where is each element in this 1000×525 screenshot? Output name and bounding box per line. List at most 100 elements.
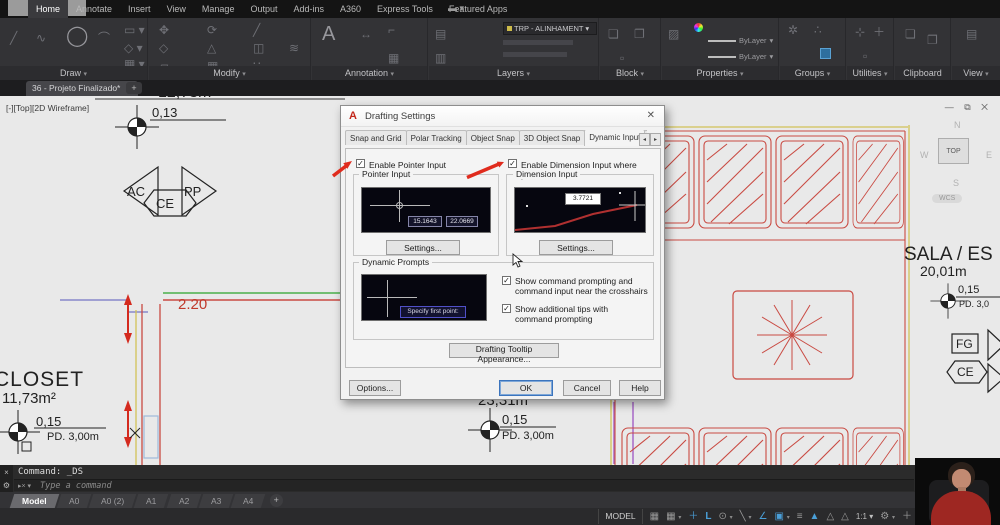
panel-label-properties[interactable]: Properties ▾ xyxy=(662,66,778,80)
recent-commands-icon[interactable]: ▸× ▾ xyxy=(18,482,31,490)
layout-tab-a4[interactable]: A4 xyxy=(231,494,267,508)
autoscale-icon[interactable]: △ xyxy=(826,511,834,522)
ribbon-tab-manage[interactable]: Manage xyxy=(194,0,243,18)
dialog-title: Drafting Settings xyxy=(365,111,436,122)
ortho-mode-icon[interactable]: L xyxy=(705,511,711,522)
dynamic-input-icon[interactable]: ＋ xyxy=(688,511,698,522)
panel-label-block[interactable]: Block ▾ xyxy=(600,66,660,80)
viewcube-east[interactable]: E xyxy=(986,150,992,160)
annotation-scale-value[interactable]: 1:1 ▾ xyxy=(856,512,873,521)
dialog-title-bar[interactable]: A Drafting Settings ✕ xyxy=(341,106,664,127)
tab-polar-tracking[interactable]: Polar Tracking xyxy=(405,130,467,145)
enable-pointer-checkbox[interactable]: ✓ xyxy=(356,159,365,168)
viewcube-north[interactable]: N xyxy=(954,120,961,130)
panel-annotation: A ↔ ⌐ ▦ Annotation ▾ xyxy=(312,18,428,80)
level-label-top: 0,13 xyxy=(152,105,178,120)
drawing-file-tab[interactable]: 36 - Projeto Finalizado*✕ xyxy=(26,81,139,96)
cancel-button[interactable]: Cancel xyxy=(563,380,611,396)
layout-tab-a0-2[interactable]: A0 (2) xyxy=(88,494,137,508)
ribbon-tab-view[interactable]: View xyxy=(159,0,194,18)
polar-tracking-icon[interactable]: ⊙ ▾ xyxy=(718,511,732,522)
object-snap-icon[interactable]: ▣ ▾ xyxy=(774,511,789,522)
viewport-controls-label[interactable]: [-][Top][2D Wireframe] xyxy=(6,103,89,113)
layout-tab-a2[interactable]: A2 xyxy=(166,494,202,508)
ok-button[interactable]: OK xyxy=(499,380,553,396)
ribbon-options-icon[interactable]: ▬ ▾ xyxy=(448,3,464,14)
ribbon-tab-addins[interactable]: Add-ins xyxy=(285,0,332,18)
show-command-checkbox[interactable]: ✓ xyxy=(502,276,511,285)
autocad-window: Home Annotate Insert View Manage Output … xyxy=(0,0,1000,525)
closet-area-label: 11,73m² xyxy=(2,390,56,407)
workspace-gear-icon[interactable]: ⚙ ▾ xyxy=(880,511,895,522)
pointer-settings-button[interactable]: Settings... xyxy=(386,240,460,255)
tab-dynamic-input[interactable]: Dynamic Input xyxy=(584,130,646,146)
group-edit-icon[interactable] xyxy=(820,48,831,59)
pointer-x-value: 15.1643 xyxy=(408,216,442,227)
ribbon-tab-annotate[interactable]: Annotate xyxy=(68,0,120,18)
viewcube-west[interactable]: W xyxy=(920,150,929,160)
new-drawing-tab-button[interactable]: + xyxy=(126,82,142,94)
close-command-icon[interactable]: × xyxy=(0,468,13,477)
dimension-settings-button[interactable]: Settings... xyxy=(539,240,613,255)
customization-icon[interactable]: ＋ xyxy=(902,511,912,522)
panel-label-clipboard[interactable]: Clipboard xyxy=(895,66,950,80)
viewcube-south[interactable]: S xyxy=(953,178,959,188)
show-tips-checkbox[interactable]: ✓ xyxy=(502,304,511,313)
sala-level-label: 0,15 xyxy=(958,284,980,296)
ribbon-tab-output[interactable]: Output xyxy=(242,0,285,18)
webcam-person-face xyxy=(952,469,971,489)
panel-label-utilities[interactable]: Utilities ▾ xyxy=(847,66,893,80)
dialog-close-icon[interactable]: ✕ xyxy=(647,110,655,121)
center-ceiling-label: PD. 3,00m xyxy=(502,430,554,442)
dimension-value: 3.7721 xyxy=(565,193,601,205)
new-layout-button[interactable]: + xyxy=(269,494,283,507)
tooltip-appearance-button[interactable]: Drafting Tooltip Appearance... xyxy=(449,343,559,364)
annotation-scale-person-icon[interactable]: △ xyxy=(841,511,849,522)
panel-draw: ╱ ∿ ◯ ⌒ ▭ ▾ ◇ ▾ ▦ ▾ Draw ▾ xyxy=(0,18,148,80)
layout-tab-a3[interactable]: A3 xyxy=(198,494,234,508)
object-snap-tracking-icon[interactable]: ∠ xyxy=(758,511,767,522)
snap-mode-icon[interactable]: ▦ ▾ xyxy=(666,511,681,522)
layer-selector-dropdown[interactable]: TRP - ALINHAMENT ▾ xyxy=(503,22,597,35)
command-input[interactable]: ▸× ▾ Type a command xyxy=(14,479,914,491)
tab-3d-object-snap[interactable]: 3D Object Snap xyxy=(518,130,586,145)
sala-area-label: 20,01m xyxy=(920,263,967,279)
file-tab-bar: 36 - Projeto Finalizado*✕ + xyxy=(0,80,1000,96)
annotation-visibility-icon[interactable]: ▲ xyxy=(810,511,820,522)
layout-tab-a0[interactable]: A0 xyxy=(56,494,92,508)
viewcube-wcs-menu[interactable]: WCS xyxy=(932,194,963,203)
options-button[interactable]: Options... xyxy=(349,380,401,396)
help-button[interactable]: Help xyxy=(619,380,661,396)
layout-tab-a1[interactable]: A1 xyxy=(133,494,169,508)
enable-dimension-checkbox[interactable]: ✓ xyxy=(508,159,517,168)
isometric-drafting-icon[interactable]: ╲ ▾ xyxy=(740,511,752,522)
model-space-toggle[interactable]: MODEL xyxy=(598,509,643,524)
panel-label-annotation[interactable]: Annotation ▾ xyxy=(312,66,427,80)
panel-label-draw[interactable]: Draw ▾ xyxy=(0,66,147,80)
tab-object-snap[interactable]: Object Snap xyxy=(465,130,520,145)
viewcube-top-face[interactable]: TOP xyxy=(938,138,969,164)
panel-utilities: ⊹ ＋ ▫ Utilities ▾ xyxy=(847,18,894,80)
panel-label-modify[interactable]: Modify ▾ xyxy=(149,66,310,80)
tab-scroll-arrows[interactable]: ◂ ▸ xyxy=(639,133,661,146)
panel-label-view[interactable]: View ▾ xyxy=(952,66,1000,80)
ribbon-tab-express-tools[interactable]: Express Tools xyxy=(369,0,441,18)
customize-command-icon[interactable]: ⚙ xyxy=(0,481,13,490)
layout-tab-model[interactable]: Model xyxy=(9,494,59,508)
ribbon-tab-insert[interactable]: Insert xyxy=(120,0,159,18)
tab-snap-and-grid[interactable]: Snap and Grid xyxy=(345,130,407,145)
grid-display-icon[interactable]: ▦ xyxy=(650,511,659,522)
tab-scroll-left-icon: ◂ xyxy=(639,133,650,146)
viewport-window-controls[interactable]: — ⧉ ✕ xyxy=(945,102,992,113)
dim-label-top: 12,73m xyxy=(158,96,211,102)
lineweight-icon[interactable]: ≡ xyxy=(797,511,803,522)
ribbon-tab-home[interactable]: Home xyxy=(28,0,69,18)
color-wheel-icon[interactable] xyxy=(694,23,703,32)
command-placeholder: Type a command xyxy=(40,481,112,491)
linetype-dropdown[interactable]: ByLayer ▾ xyxy=(708,36,773,45)
tag-ac-label: AC xyxy=(127,184,146,199)
panel-label-layers[interactable]: Layers ▾ xyxy=(429,66,598,80)
panel-label-groups[interactable]: Groups ▾ xyxy=(780,66,845,80)
ribbon-tab-a360[interactable]: A360 xyxy=(332,0,369,18)
lineweight-dropdown[interactable]: ByLayer ▾ xyxy=(708,52,773,61)
